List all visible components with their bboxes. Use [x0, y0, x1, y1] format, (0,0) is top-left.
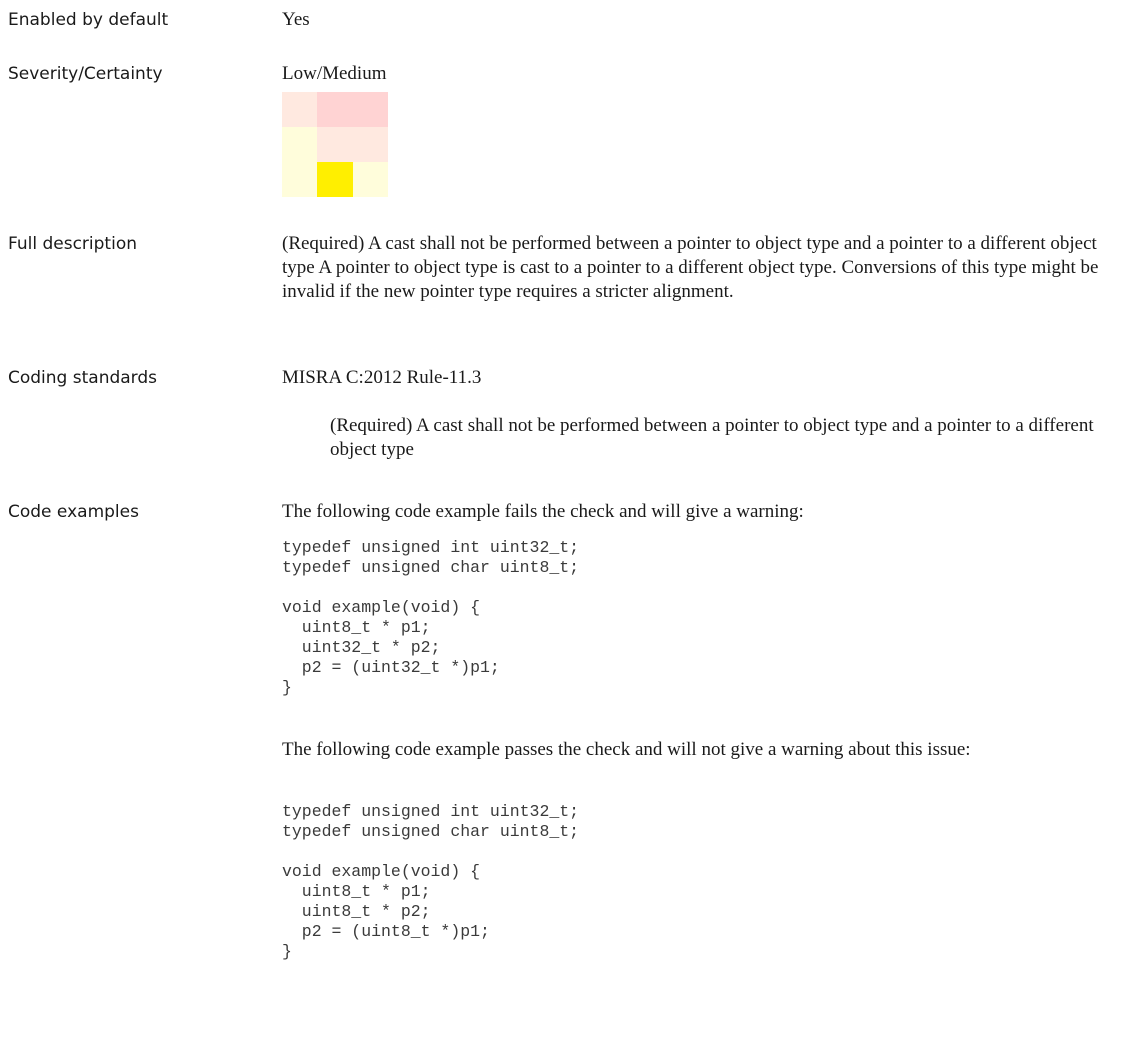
severity-certainty-value: Low/Medium [282, 63, 387, 84]
severity-certainty-matrix [282, 92, 388, 197]
matrix-cell [317, 162, 353, 197]
matrix-cell [317, 127, 353, 162]
matrix-cell [352, 162, 388, 197]
coding-standard-rule-text: (Required) A cast shall not be performed… [330, 415, 1094, 460]
passing-code-example: typedef unsigned int uint32_t; typedef u… [282, 802, 580, 961]
failing-code-example: typedef unsigned int uint32_t; typedef u… [282, 538, 580, 697]
coding-standard-reference: MISRA C:2012 Rule-11.3 [282, 367, 482, 388]
enabled-by-default-value: Yes [282, 9, 310, 30]
code-examples-label: Code examples [8, 502, 139, 522]
coding-standards-label: Coding standards [8, 368, 158, 388]
failing-example-intro: The following code example fails the che… [282, 501, 804, 522]
matrix-cell [282, 162, 318, 197]
matrix-cell [352, 92, 388, 127]
matrix-cell [352, 127, 388, 162]
matrix-cell [282, 92, 318, 127]
enabled-by-default-label: Enabled by default [8, 10, 169, 30]
full-description-label: Full description [8, 234, 137, 254]
matrix-cell [317, 92, 353, 127]
matrix-cell [282, 127, 318, 162]
passing-example-intro: The following code example passes the ch… [282, 739, 971, 760]
severity-certainty-label: Severity/Certainty [8, 64, 163, 84]
full-description-text: (Required) A cast shall not be performed… [282, 233, 1099, 302]
